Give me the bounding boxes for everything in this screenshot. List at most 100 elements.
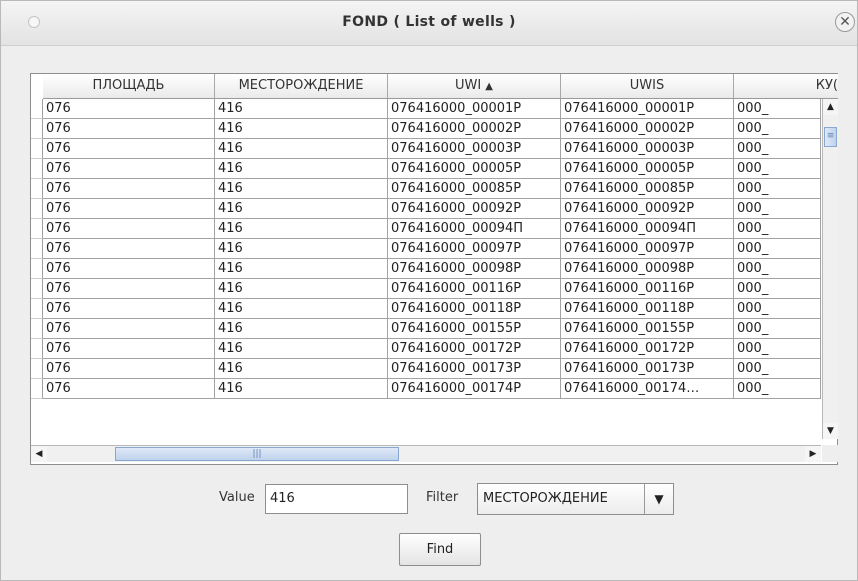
- table-cell[interactable]: 000_: [734, 99, 821, 119]
- table-cell[interactable]: 076: [43, 159, 215, 179]
- table-row[interactable]: 076 416 076416000_00001P 076416000_00001P 00…: [43, 99, 821, 119]
- table-cell[interactable]: 076416000_00092P: [561, 199, 734, 219]
- table-cell[interactable]: 416: [215, 239, 388, 259]
- table-row[interactable]: 076 416 076416000_00003P 076416000_00003P 00…: [43, 139, 821, 159]
- table-cell[interactable]: 416: [215, 199, 388, 219]
- table-cell[interactable]: 076416000_00085P: [388, 179, 561, 199]
- column-header-kust[interactable]: КУ(: [734, 74, 838, 98]
- table-cell[interactable]: 076416000_00001P: [561, 99, 734, 119]
- row-header[interactable]: [31, 339, 43, 359]
- table-cell[interactable]: 076416000_00002P: [561, 119, 734, 139]
- table-cell[interactable]: 000_: [734, 259, 821, 279]
- table-cell[interactable]: 076416000_00172P: [388, 339, 561, 359]
- table-cell[interactable]: 416: [215, 279, 388, 299]
- table-cell[interactable]: 076: [43, 239, 215, 259]
- row-header[interactable]: [31, 259, 43, 279]
- scroll-left-button[interactable]: ◀: [31, 446, 47, 462]
- table-cell[interactable]: 076416000_00092P: [388, 199, 561, 219]
- table-cell[interactable]: 076416000_00001P: [388, 99, 561, 119]
- table-cell[interactable]: 076416000_00098P: [561, 259, 734, 279]
- table-cell[interactable]: 076416000_00098P: [388, 259, 561, 279]
- table-cell[interactable]: 076416000_00003P: [561, 139, 734, 159]
- table-cell[interactable]: 076: [43, 199, 215, 219]
- table-cell[interactable]: 000_: [734, 319, 821, 339]
- table-cell[interactable]: 416: [215, 99, 388, 119]
- table-cell[interactable]: 076: [43, 259, 215, 279]
- table-cell[interactable]: 076416000_00173P: [561, 359, 734, 379]
- table-cell[interactable]: 000_: [734, 339, 821, 359]
- table-row[interactable]: 076 416 076416000_00098P 076416000_00098P 00…: [43, 259, 821, 279]
- table-row[interactable]: 076 416 076416000_00092P 076416000_00092P 00…: [43, 199, 821, 219]
- table-cell[interactable]: 416: [215, 319, 388, 339]
- row-header[interactable]: [31, 179, 43, 199]
- table-cell[interactable]: 076: [43, 319, 215, 339]
- table-cell[interactable]: 416: [215, 339, 388, 359]
- table-cell[interactable]: 076416000_00005P: [561, 159, 734, 179]
- table-row[interactable]: 076 416 076416000_00118P 076416000_00118P 00…: [43, 299, 821, 319]
- table-cell[interactable]: 076416000_00097P: [561, 239, 734, 259]
- table-cell[interactable]: 000_: [734, 179, 821, 199]
- filter-dropdown[interactable]: МЕСТОРОЖДЕНИЕ ▼: [477, 483, 674, 515]
- table-cell[interactable]: 076: [43, 179, 215, 199]
- horizontal-scroll-thumb[interactable]: |||: [115, 447, 399, 461]
- row-header[interactable]: [31, 219, 43, 239]
- table-row[interactable]: 076 416 076416000_00155P 076416000_00155P 00…: [43, 319, 821, 339]
- table-cell[interactable]: 076416000_00174P: [388, 379, 561, 399]
- row-header[interactable]: [31, 379, 43, 399]
- table-cell[interactable]: 076416000_00094П: [388, 219, 561, 239]
- scroll-up-button[interactable]: ▲: [823, 99, 838, 115]
- table-cell[interactable]: 076: [43, 119, 215, 139]
- find-button[interactable]: Find: [399, 533, 481, 566]
- table-cell[interactable]: 000_: [734, 199, 821, 219]
- row-header[interactable]: [31, 159, 43, 179]
- table-cell[interactable]: 076416000_00118P: [388, 299, 561, 319]
- table-cell[interactable]: 076416000_00155P: [388, 319, 561, 339]
- row-header[interactable]: [31, 99, 43, 119]
- table-row[interactable]: 076 416 076416000_00172P 076416000_00172P 00…: [43, 339, 821, 359]
- table-cell[interactable]: 000_: [734, 299, 821, 319]
- table-cell[interactable]: 076416000_00085P: [561, 179, 734, 199]
- table-cell[interactable]: 416: [215, 179, 388, 199]
- column-header-uwis[interactable]: UWIS: [561, 74, 734, 98]
- table-cell[interactable]: 076416000_00097P: [388, 239, 561, 259]
- table-cell[interactable]: 416: [215, 379, 388, 399]
- table-cell[interactable]: 076: [43, 379, 215, 399]
- table-cell[interactable]: 076416000_00174…: [561, 379, 734, 399]
- table-cell[interactable]: 416: [215, 259, 388, 279]
- table-cell[interactable]: 000_: [734, 159, 821, 179]
- table-cell[interactable]: 076: [43, 139, 215, 159]
- row-header[interactable]: [31, 359, 43, 379]
- scroll-down-button[interactable]: ▼: [823, 423, 838, 439]
- table-row[interactable]: 076 416 076416000_00085P 076416000_00085P 00…: [43, 179, 821, 199]
- table-row[interactable]: 076 416 076416000_00002P 076416000_00002P 00…: [43, 119, 821, 139]
- table-cell[interactable]: 076: [43, 99, 215, 119]
- table-cell[interactable]: 076: [43, 299, 215, 319]
- table-cell[interactable]: 076416000_00118P: [561, 299, 734, 319]
- row-header[interactable]: [31, 239, 43, 259]
- row-header[interactable]: [31, 199, 43, 219]
- close-button[interactable]: ✕: [835, 12, 855, 32]
- table-cell[interactable]: 076: [43, 339, 215, 359]
- table-cell[interactable]: 000_: [734, 119, 821, 139]
- table-cell[interactable]: 076: [43, 219, 215, 239]
- table-cell[interactable]: 076416000_00005P: [388, 159, 561, 179]
- table-cell[interactable]: 076416000_00003P: [388, 139, 561, 159]
- table-cell[interactable]: 416: [215, 299, 388, 319]
- column-header-uwi[interactable]: UWI ▲: [388, 74, 561, 98]
- row-header[interactable]: [31, 139, 43, 159]
- table-cell[interactable]: 076: [43, 279, 215, 299]
- table-cell[interactable]: 076416000_00172P: [561, 339, 734, 359]
- table-cell[interactable]: 000_: [734, 139, 821, 159]
- column-header-ploshchad[interactable]: ПЛОЩАДЬ: [43, 74, 215, 98]
- row-header[interactable]: [31, 119, 43, 139]
- table-row[interactable]: 076 416 076416000_00094П 076416000_00094П 00…: [43, 219, 821, 239]
- table-cell[interactable]: 076416000_00155P: [561, 319, 734, 339]
- table-cell[interactable]: 076416000_00002P: [388, 119, 561, 139]
- value-input[interactable]: 416: [265, 484, 408, 514]
- scroll-right-button[interactable]: ▶: [805, 446, 821, 462]
- table-cell[interactable]: 076416000_00116P: [561, 279, 734, 299]
- table-cell[interactable]: 000_: [734, 239, 821, 259]
- column-header-mestorozhdenie[interactable]: МЕСТОРОЖДЕНИЕ: [215, 74, 388, 98]
- table-cell[interactable]: 076416000_00173P: [388, 359, 561, 379]
- table-row[interactable]: 076 416 076416000_00005P 076416000_00005P 00…: [43, 159, 821, 179]
